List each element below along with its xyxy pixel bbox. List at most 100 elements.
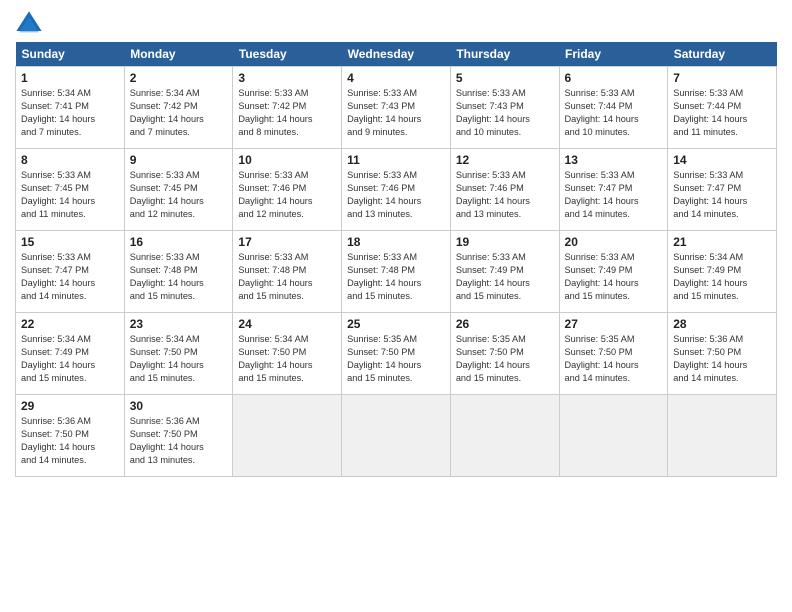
day-number: 13 xyxy=(565,153,663,167)
calendar-week-row: 22 Sunrise: 5:34 AM Sunset: 7:49 PM Dayli… xyxy=(16,313,777,395)
calendar-cell: 9 Sunrise: 5:33 AM Sunset: 7:45 PM Daylig… xyxy=(124,149,233,231)
calendar-cell: 10Sunrise: 5:33 AM Sunset: 7:46 PM Dayli… xyxy=(233,149,342,231)
day-info: Sunrise: 5:33 AM Sunset: 7:45 PM Dayligh… xyxy=(21,170,95,219)
header xyxy=(15,10,777,38)
calendar-cell xyxy=(233,395,342,477)
weekday-header-tuesday: Tuesday xyxy=(233,42,342,67)
day-number: 17 xyxy=(238,235,336,249)
day-info: Sunrise: 5:33 AM Sunset: 7:47 PM Dayligh… xyxy=(673,170,747,219)
day-number: 3 xyxy=(238,71,336,85)
day-info: Sunrise: 5:33 AM Sunset: 7:46 PM Dayligh… xyxy=(456,170,530,219)
weekday-header-sunday: Sunday xyxy=(16,42,125,67)
calendar-cell: 19 Sunrise: 5:33 AM Sunset: 7:49 PM Dayli… xyxy=(450,231,559,313)
day-info: Sunrise: 5:33 AM Sunset: 7:44 PM Dayligh… xyxy=(673,88,747,137)
day-number: 14 xyxy=(673,153,771,167)
day-number: 9 xyxy=(130,153,228,167)
day-info: Sunrise: 5:33 AM Sunset: 7:42 PM Dayligh… xyxy=(238,88,312,137)
calendar-cell: 12 Sunrise: 5:33 AM Sunset: 7:46 PM Dayli… xyxy=(450,149,559,231)
day-number: 10 xyxy=(238,153,336,167)
calendar-week-row: 1Sunrise: 5:34 AM Sunset: 7:41 PM Daylig… xyxy=(16,67,777,149)
day-info: Sunrise: 5:36 AM Sunset: 7:50 PM Dayligh… xyxy=(130,416,204,465)
calendar-cell: 23Sunrise: 5:34 AM Sunset: 7:50 PM Dayli… xyxy=(124,313,233,395)
calendar-cell: 2 Sunrise: 5:34 AM Sunset: 7:42 PM Daylig… xyxy=(124,67,233,149)
day-number: 26 xyxy=(456,317,554,331)
day-number: 23 xyxy=(130,317,228,331)
day-info: Sunrise: 5:33 AM Sunset: 7:47 PM Dayligh… xyxy=(21,252,95,301)
calendar-cell: 5 Sunrise: 5:33 AM Sunset: 7:43 PM Daylig… xyxy=(450,67,559,149)
day-info: Sunrise: 5:35 AM Sunset: 7:50 PM Dayligh… xyxy=(565,334,639,383)
calendar-cell xyxy=(668,395,777,477)
day-info: Sunrise: 5:33 AM Sunset: 7:48 PM Dayligh… xyxy=(130,252,204,301)
calendar-cell: 4 Sunrise: 5:33 AM Sunset: 7:43 PM Daylig… xyxy=(342,67,451,149)
calendar-cell: 22 Sunrise: 5:34 AM Sunset: 7:49 PM Dayli… xyxy=(16,313,125,395)
day-info: Sunrise: 5:34 AM Sunset: 7:42 PM Dayligh… xyxy=(130,88,204,137)
page: SundayMondayTuesdayWednesdayThursdayFrid… xyxy=(0,0,792,612)
calendar-cell: 13 Sunrise: 5:33 AM Sunset: 7:47 PM Dayli… xyxy=(559,149,668,231)
calendar-cell: 6 Sunrise: 5:33 AM Sunset: 7:44 PM Daylig… xyxy=(559,67,668,149)
day-number: 6 xyxy=(565,71,663,85)
day-number: 30 xyxy=(130,399,228,413)
day-number: 4 xyxy=(347,71,445,85)
day-info: Sunrise: 5:36 AM Sunset: 7:50 PM Dayligh… xyxy=(673,334,747,383)
day-number: 24 xyxy=(238,317,336,331)
day-number: 25 xyxy=(347,317,445,331)
calendar-cell: 17 Sunrise: 5:33 AM Sunset: 7:48 PM Dayli… xyxy=(233,231,342,313)
day-info: Sunrise: 5:33 AM Sunset: 7:43 PM Dayligh… xyxy=(347,88,421,137)
day-number: 15 xyxy=(21,235,119,249)
day-info: Sunrise: 5:33 AM Sunset: 7:49 PM Dayligh… xyxy=(456,252,530,301)
calendar-cell: 1Sunrise: 5:34 AM Sunset: 7:41 PM Daylig… xyxy=(16,67,125,149)
day-info: Sunrise: 5:33 AM Sunset: 7:44 PM Dayligh… xyxy=(565,88,639,137)
calendar-cell: 3 Sunrise: 5:33 AM Sunset: 7:42 PM Daylig… xyxy=(233,67,342,149)
weekday-header-monday: Monday xyxy=(124,42,233,67)
day-number: 12 xyxy=(456,153,554,167)
day-number: 16 xyxy=(130,235,228,249)
day-info: Sunrise: 5:34 AM Sunset: 7:49 PM Dayligh… xyxy=(673,252,747,301)
weekday-header-row: SundayMondayTuesdayWednesdayThursdayFrid… xyxy=(16,42,777,67)
calendar-week-row: 15 Sunrise: 5:33 AM Sunset: 7:47 PM Dayli… xyxy=(16,231,777,313)
day-info: Sunrise: 5:33 AM Sunset: 7:49 PM Dayligh… xyxy=(565,252,639,301)
day-number: 5 xyxy=(456,71,554,85)
calendar-cell: 16 Sunrise: 5:33 AM Sunset: 7:48 PM Dayli… xyxy=(124,231,233,313)
weekday-header-saturday: Saturday xyxy=(668,42,777,67)
calendar-cell xyxy=(342,395,451,477)
day-info: Sunrise: 5:33 AM Sunset: 7:45 PM Dayligh… xyxy=(130,170,204,219)
day-info: Sunrise: 5:35 AM Sunset: 7:50 PM Dayligh… xyxy=(347,334,421,383)
calendar-cell: 21 Sunrise: 5:34 AM Sunset: 7:49 PM Dayli… xyxy=(668,231,777,313)
day-number: 8 xyxy=(21,153,119,167)
day-info: Sunrise: 5:33 AM Sunset: 7:43 PM Dayligh… xyxy=(456,88,530,137)
day-info: Sunrise: 5:33 AM Sunset: 7:48 PM Dayligh… xyxy=(238,252,312,301)
day-info: Sunrise: 5:34 AM Sunset: 7:49 PM Dayligh… xyxy=(21,334,95,383)
logo xyxy=(15,10,47,38)
calendar-cell: 15 Sunrise: 5:33 AM Sunset: 7:47 PM Dayli… xyxy=(16,231,125,313)
day-info: Sunrise: 5:36 AM Sunset: 7:50 PM Dayligh… xyxy=(21,416,95,465)
day-number: 21 xyxy=(673,235,771,249)
day-number: 20 xyxy=(565,235,663,249)
calendar-cell: 8 Sunrise: 5:33 AM Sunset: 7:45 PM Daylig… xyxy=(16,149,125,231)
calendar-week-row: 8 Sunrise: 5:33 AM Sunset: 7:45 PM Daylig… xyxy=(16,149,777,231)
day-number: 19 xyxy=(456,235,554,249)
calendar-cell: 11Sunrise: 5:33 AM Sunset: 7:46 PM Dayli… xyxy=(342,149,451,231)
calendar-cell: 27 Sunrise: 5:35 AM Sunset: 7:50 PM Dayli… xyxy=(559,313,668,395)
day-number: 29 xyxy=(21,399,119,413)
day-number: 2 xyxy=(130,71,228,85)
calendar-cell: 18Sunrise: 5:33 AM Sunset: 7:48 PM Dayli… xyxy=(342,231,451,313)
calendar-week-row: 29 Sunrise: 5:36 AM Sunset: 7:50 PM Dayli… xyxy=(16,395,777,477)
calendar-cell: 7Sunrise: 5:33 AM Sunset: 7:44 PM Daylig… xyxy=(668,67,777,149)
calendar-cell: 24 Sunrise: 5:34 AM Sunset: 7:50 PM Dayli… xyxy=(233,313,342,395)
calendar-cell: 28Sunrise: 5:36 AM Sunset: 7:50 PM Dayli… xyxy=(668,313,777,395)
calendar-cell: 29 Sunrise: 5:36 AM Sunset: 7:50 PM Dayli… xyxy=(16,395,125,477)
calendar-cell: 14 Sunrise: 5:33 AM Sunset: 7:47 PM Dayli… xyxy=(668,149,777,231)
day-number: 1 xyxy=(21,71,119,85)
day-info: Sunrise: 5:35 AM Sunset: 7:50 PM Dayligh… xyxy=(456,334,530,383)
day-info: Sunrise: 5:34 AM Sunset: 7:50 PM Dayligh… xyxy=(238,334,312,383)
day-info: Sunrise: 5:33 AM Sunset: 7:47 PM Dayligh… xyxy=(565,170,639,219)
day-info: Sunrise: 5:33 AM Sunset: 7:46 PM Dayligh… xyxy=(347,170,421,219)
day-number: 22 xyxy=(21,317,119,331)
calendar-table: SundayMondayTuesdayWednesdayThursdayFrid… xyxy=(15,42,777,477)
weekday-header-friday: Friday xyxy=(559,42,668,67)
calendar-cell: 26 Sunrise: 5:35 AM Sunset: 7:50 PM Dayli… xyxy=(450,313,559,395)
calendar-cell: 30 Sunrise: 5:36 AM Sunset: 7:50 PM Dayli… xyxy=(124,395,233,477)
calendar-cell: 25 Sunrise: 5:35 AM Sunset: 7:50 PM Dayli… xyxy=(342,313,451,395)
day-number: 27 xyxy=(565,317,663,331)
day-number: 18 xyxy=(347,235,445,249)
